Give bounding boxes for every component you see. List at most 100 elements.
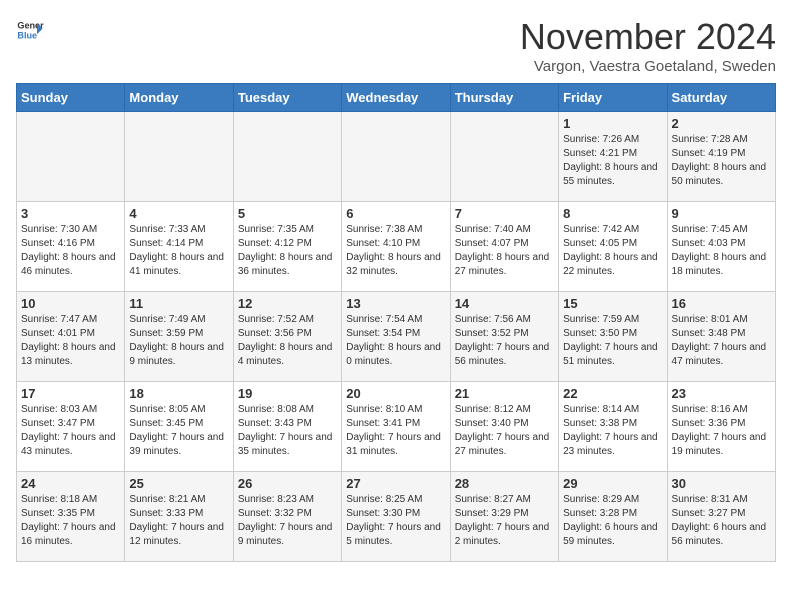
day-number: 23: [672, 386, 771, 401]
day-info: Sunrise: 7:35 AM Sunset: 4:12 PM Dayligh…: [238, 223, 337, 279]
calendar-cell: 16Sunrise: 8:01 AM Sunset: 3:48 PM Dayli…: [667, 292, 775, 382]
day-number: 10: [21, 296, 120, 311]
day-info: Sunrise: 7:45 AM Sunset: 4:03 PM Dayligh…: [672, 223, 771, 279]
calendar-cell: [342, 112, 450, 202]
title-area: November 2024 Vargon, Vaestra Goetaland,…: [520, 16, 776, 75]
calendar-week-row: 24 Sunrise: 8:18 AM Sunset: 3:35 PM Dayli…: [17, 472, 776, 562]
day-number: 21: [455, 386, 554, 401]
calendar-cell: [450, 112, 558, 202]
calendar-cell: 14 Sunrise: 7:56 AM Sunset: 3:52 PM Dayli…: [450, 292, 558, 382]
calendar-cell: 27 Sunrise: 8:25 AM Sunset: 3:30 PM Dayli…: [342, 472, 450, 562]
day-info: Sunrise: 7:54 AM Sunset: 3:54 PM Dayligh…: [346, 313, 445, 369]
calendar-cell: 9 Sunrise: 7:45 AM Sunset: 4:03 PM Daylig…: [667, 202, 775, 292]
calendar-cell: 4 Sunrise: 7:33 AM Sunset: 4:14 PM Daylig…: [125, 202, 233, 292]
day-info: Sunrise: 8:25 AM Sunset: 3:30 PM Dayligh…: [346, 493, 445, 549]
day-number: 2: [672, 116, 771, 131]
calendar-cell: 20 Sunrise: 8:10 AM Sunset: 3:41 PM Dayli…: [342, 382, 450, 472]
day-number: 19: [238, 386, 337, 401]
calendar-week-row: 3Sunrise: 7:30 AM Sunset: 4:16 PM Daylig…: [17, 202, 776, 292]
day-info: Sunrise: 8:14 AM Sunset: 3:38 PM Dayligh…: [563, 403, 662, 459]
day-number: 11: [129, 296, 228, 311]
calendar-cell: 19Sunrise: 8:08 AM Sunset: 3:43 PM Dayli…: [233, 382, 341, 472]
day-info: Sunrise: 8:18 AM Sunset: 3:35 PM Dayligh…: [21, 493, 120, 549]
day-info: Sunrise: 7:56 AM Sunset: 3:52 PM Dayligh…: [455, 313, 554, 369]
calendar-cell: 18 Sunrise: 8:05 AM Sunset: 3:45 PM Dayli…: [125, 382, 233, 472]
day-number: 30: [672, 476, 771, 491]
col-header-thursday: Thursday: [450, 84, 558, 112]
day-info: Sunrise: 8:29 AM Sunset: 3:28 PM Dayligh…: [563, 493, 662, 549]
day-info: Sunrise: 8:31 AM Sunset: 3:27 PM Dayligh…: [672, 493, 771, 549]
day-number: 18: [129, 386, 228, 401]
day-info: Sunrise: 8:12 AM Sunset: 3:40 PM Dayligh…: [455, 403, 554, 459]
day-number: 24: [21, 476, 120, 491]
calendar-table: SundayMondayTuesdayWednesdayThursdayFrid…: [16, 83, 776, 562]
col-header-sunday: Sunday: [17, 84, 125, 112]
day-info: Sunrise: 8:21 AM Sunset: 3:33 PM Dayligh…: [129, 493, 228, 549]
calendar-week-row: 17 Sunrise: 8:03 AM Sunset: 3:47 PM Dayli…: [17, 382, 776, 472]
calendar-cell: 13 Sunrise: 7:54 AM Sunset: 3:54 PM Dayli…: [342, 292, 450, 382]
calendar-week-row: 1Sunrise: 7:26 AM Sunset: 4:21 PM Daylig…: [17, 112, 776, 202]
day-number: 5: [238, 206, 337, 221]
header: General Blue November 2024 Vargon, Vaest…: [16, 16, 776, 75]
calendar-cell: [17, 112, 125, 202]
logo: General Blue: [16, 16, 44, 44]
day-info: Sunrise: 8:27 AM Sunset: 3:29 PM Dayligh…: [455, 493, 554, 549]
day-info: Sunrise: 7:49 AM Sunset: 3:59 PM Dayligh…: [129, 313, 228, 369]
day-number: 26: [238, 476, 337, 491]
day-number: 25: [129, 476, 228, 491]
calendar-cell: 10Sunrise: 7:47 AM Sunset: 4:01 PM Dayli…: [17, 292, 125, 382]
day-info: Sunrise: 7:59 AM Sunset: 3:50 PM Dayligh…: [563, 313, 662, 369]
svg-text:Blue: Blue: [17, 30, 37, 40]
calendar-cell: 5 Sunrise: 7:35 AM Sunset: 4:12 PM Daylig…: [233, 202, 341, 292]
day-number: 28: [455, 476, 554, 491]
calendar-cell: 30 Sunrise: 8:31 AM Sunset: 3:27 PM Dayli…: [667, 472, 775, 562]
day-info: Sunrise: 7:26 AM Sunset: 4:21 PM Dayligh…: [563, 133, 662, 189]
col-header-friday: Friday: [559, 84, 667, 112]
day-number: 9: [672, 206, 771, 221]
day-number: 13: [346, 296, 445, 311]
day-info: Sunrise: 7:42 AM Sunset: 4:05 PM Dayligh…: [563, 223, 662, 279]
day-number: 27: [346, 476, 445, 491]
calendar-cell: 17 Sunrise: 8:03 AM Sunset: 3:47 PM Dayli…: [17, 382, 125, 472]
calendar-cell: 6Sunrise: 7:38 AM Sunset: 4:10 PM Daylig…: [342, 202, 450, 292]
calendar-cell: [125, 112, 233, 202]
col-header-wednesday: Wednesday: [342, 84, 450, 112]
day-number: 20: [346, 386, 445, 401]
calendar-cell: 21 Sunrise: 8:12 AM Sunset: 3:40 PM Dayli…: [450, 382, 558, 472]
logo-icon: General Blue: [16, 16, 44, 44]
day-info: Sunrise: 7:33 AM Sunset: 4:14 PM Dayligh…: [129, 223, 228, 279]
col-header-monday: Monday: [125, 84, 233, 112]
day-number: 17: [21, 386, 120, 401]
day-number: 12: [238, 296, 337, 311]
day-info: Sunrise: 7:38 AM Sunset: 4:10 PM Dayligh…: [346, 223, 445, 279]
calendar-cell: 3Sunrise: 7:30 AM Sunset: 4:16 PM Daylig…: [17, 202, 125, 292]
day-info: Sunrise: 8:16 AM Sunset: 3:36 PM Dayligh…: [672, 403, 771, 459]
day-number: 29: [563, 476, 662, 491]
day-info: Sunrise: 7:40 AM Sunset: 4:07 PM Dayligh…: [455, 223, 554, 279]
calendar-cell: 1Sunrise: 7:26 AM Sunset: 4:21 PM Daylig…: [559, 112, 667, 202]
day-number: 22: [563, 386, 662, 401]
day-number: 8: [563, 206, 662, 221]
day-info: Sunrise: 8:10 AM Sunset: 3:41 PM Dayligh…: [346, 403, 445, 459]
month-title: November 2024: [520, 16, 776, 58]
calendar-cell: 23 Sunrise: 8:16 AM Sunset: 3:36 PM Dayli…: [667, 382, 775, 472]
calendar-cell: 12Sunrise: 7:52 AM Sunset: 3:56 PM Dayli…: [233, 292, 341, 382]
calendar-cell: [233, 112, 341, 202]
col-header-tuesday: Tuesday: [233, 84, 341, 112]
calendar-cell: 25 Sunrise: 8:21 AM Sunset: 3:33 PM Dayli…: [125, 472, 233, 562]
day-info: Sunrise: 8:01 AM Sunset: 3:48 PM Dayligh…: [672, 313, 771, 369]
calendar-week-row: 10Sunrise: 7:47 AM Sunset: 4:01 PM Dayli…: [17, 292, 776, 382]
day-number: 4: [129, 206, 228, 221]
calendar-header-row: SundayMondayTuesdayWednesdayThursdayFrid…: [17, 84, 776, 112]
calendar-cell: 26Sunrise: 8:23 AM Sunset: 3:32 PM Dayli…: [233, 472, 341, 562]
day-number: 14: [455, 296, 554, 311]
col-header-saturday: Saturday: [667, 84, 775, 112]
calendar-cell: 29 Sunrise: 8:29 AM Sunset: 3:28 PM Dayli…: [559, 472, 667, 562]
calendar-cell: 2Sunrise: 7:28 AM Sunset: 4:19 PM Daylig…: [667, 112, 775, 202]
day-info: Sunrise: 8:03 AM Sunset: 3:47 PM Dayligh…: [21, 403, 120, 459]
location-subtitle: Vargon, Vaestra Goetaland, Sweden: [520, 58, 776, 75]
day-number: 7: [455, 206, 554, 221]
day-info: Sunrise: 8:05 AM Sunset: 3:45 PM Dayligh…: [129, 403, 228, 459]
calendar-cell: 11 Sunrise: 7:49 AM Sunset: 3:59 PM Dayli…: [125, 292, 233, 382]
day-info: Sunrise: 7:30 AM Sunset: 4:16 PM Dayligh…: [21, 223, 120, 279]
